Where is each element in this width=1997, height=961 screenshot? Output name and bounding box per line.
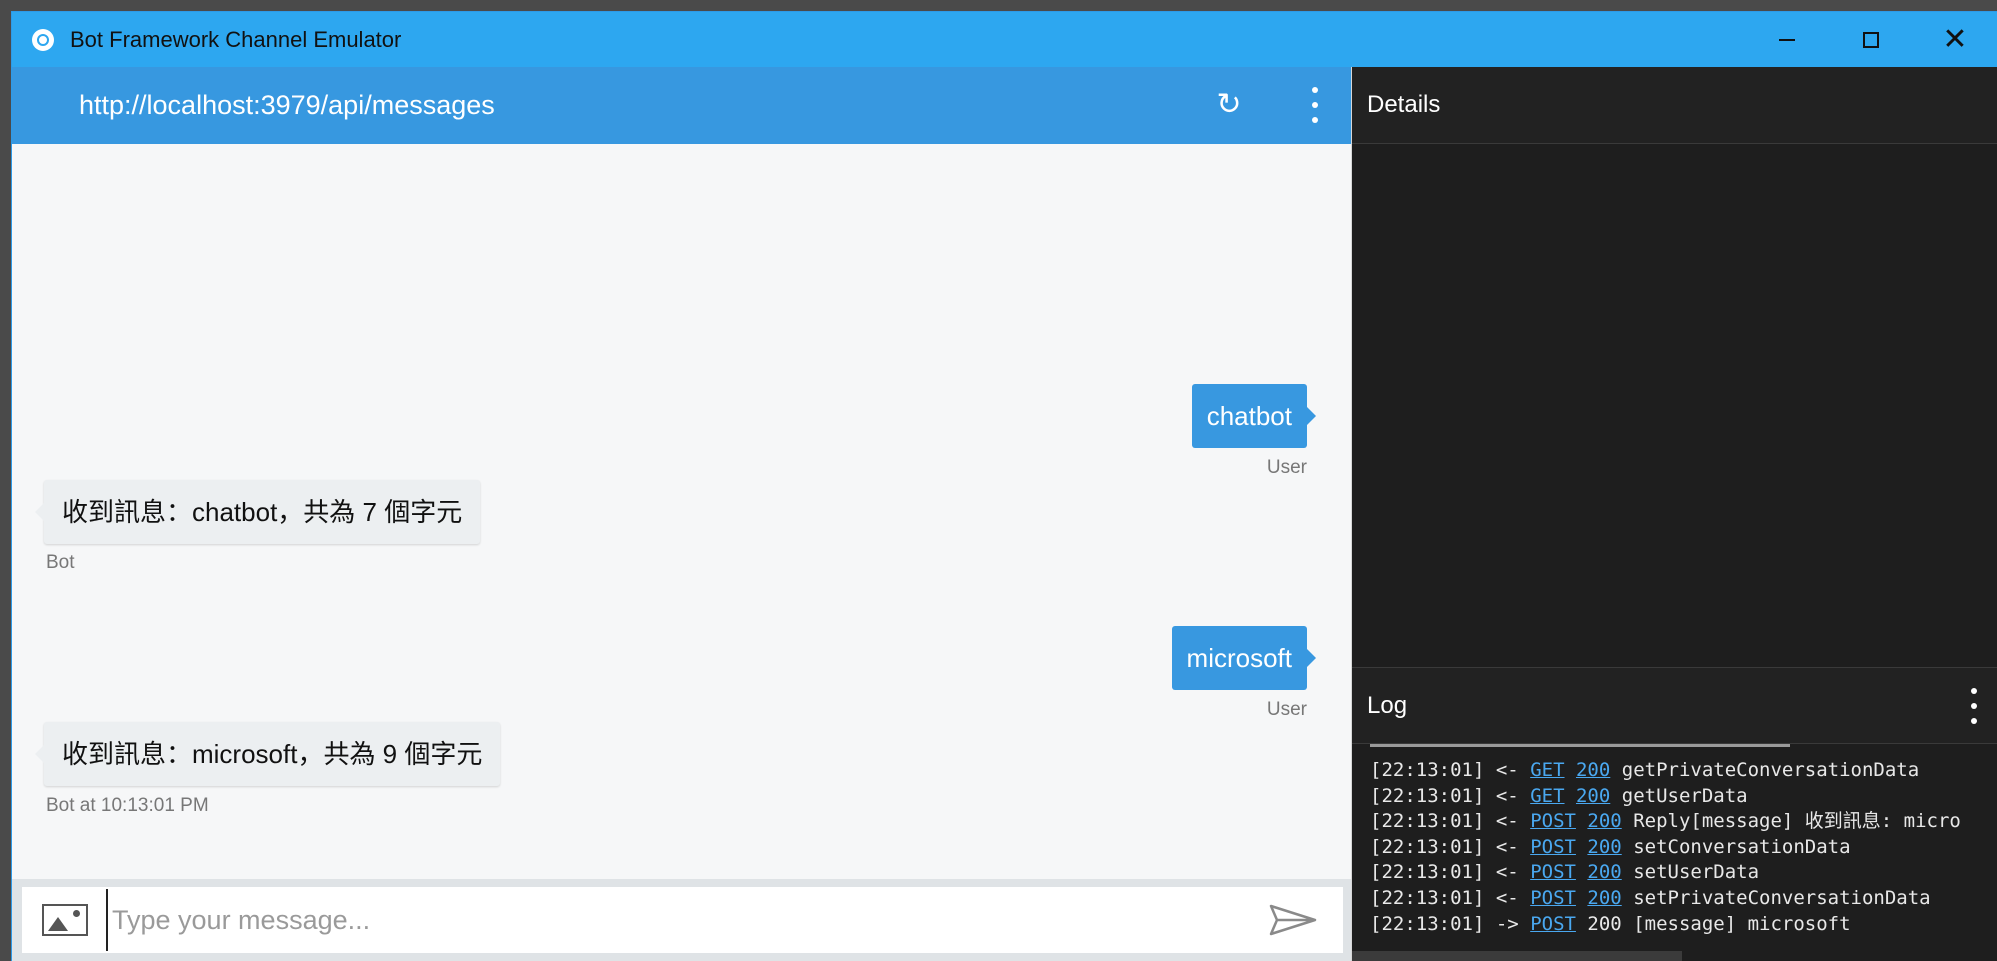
log-method-link[interactable]: GET: [1530, 785, 1564, 807]
maximize-button[interactable]: [1829, 12, 1913, 67]
log-entry: [22:13:01] <- POST 200 setPrivateConvers…: [1370, 886, 1997, 912]
minimize-button[interactable]: [1745, 12, 1829, 67]
log-message: setConversationData: [1633, 835, 1851, 858]
log-direction: ->: [1495, 912, 1519, 935]
log-title: Log: [1367, 691, 1408, 719]
log-entry: [22:13:01] <- POST 200 Reply[message] 收到…: [1370, 809, 1997, 835]
log-timestamp: [22:13:01]: [1370, 886, 1485, 909]
log-message: setPrivateConversationData: [1633, 886, 1931, 909]
log-method-link[interactable]: GET: [1530, 759, 1564, 781]
log-method-link[interactable]: POST: [1530, 836, 1576, 858]
log-horizontal-scrollbar[interactable]: [1352, 951, 1682, 961]
user-message-bubble[interactable]: microsoft: [1171, 626, 1317, 690]
emulator-window: Bot Framework Channel Emulator ✕ http://…: [12, 12, 1997, 961]
message-input-container: [22, 887, 1343, 953]
log-status-code[interactable]: 200: [1587, 887, 1621, 909]
log-message: getPrivateConversationData: [1621, 759, 1920, 781]
endpoint-url[interactable]: http://localhost:3979/api/messages: [79, 90, 495, 121]
window-controls: ✕: [1745, 12, 1997, 67]
message-input[interactable]: [106, 889, 1257, 951]
bot-message-bubble[interactable]: 收到訊息：microsoft，共為 9 個字元: [34, 722, 501, 786]
log-timestamp: [22:13:01]: [1370, 759, 1485, 781]
attach-image-icon[interactable]: [42, 904, 88, 936]
log-timestamp: [22:13:01]: [1370, 784, 1485, 807]
log-direction: <-: [1495, 759, 1519, 781]
details-title: Details: [1367, 91, 1441, 118]
title-bar: Bot Framework Channel Emulator ✕: [12, 12, 1997, 67]
message-sender-label: User: [1266, 457, 1307, 478]
log-direction: <-: [1495, 810, 1519, 833]
log-direction: <-: [1495, 784, 1519, 807]
log-entry: [22:13:01] <- POST 200 setConversationDa…: [1370, 835, 1997, 861]
chat-panel: http://localhost:3979/api/messages ↻ cha…: [12, 67, 1352, 961]
send-icon[interactable]: [1267, 900, 1319, 940]
log-direction: <-: [1495, 861, 1519, 884]
log-timestamp: [22:13:01]: [1370, 835, 1485, 858]
details-header: Details: [1352, 67, 1997, 144]
bot-framework-logo-icon: [32, 28, 54, 51]
window-title: Bot Framework Channel Emulator: [70, 26, 402, 52]
log-entry: [22:13:01] <- GET 200 getPrivateConversa…: [1370, 758, 1997, 784]
log-status-code[interactable]: 200: [1587, 810, 1621, 832]
log-cut-off-line: [1370, 744, 1997, 750]
close-button[interactable]: ✕: [1913, 12, 1997, 67]
details-panel: Details: [1352, 67, 1997, 667]
message-timestamp: Bot at 10:13:01 PM: [46, 795, 209, 816]
log-method-link[interactable]: POST: [1530, 810, 1576, 832]
log-lines: [22:13:01] <- GET 200 getPrivateConversa…: [1352, 744, 1997, 961]
log-direction: <-: [1495, 886, 1519, 909]
log-more-options-icon[interactable]: [1969, 688, 1979, 724]
log-entry: [22:13:01] <- POST 200 setUserData: [1370, 860, 1997, 886]
log-message: Reply[message] 收到訊息: micro: [1633, 810, 1961, 833]
log-method-link[interactable]: POST: [1530, 887, 1576, 909]
log-status-code[interactable]: 200: [1587, 836, 1621, 858]
chat-header: http://localhost:3979/api/messages ↻: [12, 67, 1351, 144]
log-direction: <-: [1495, 835, 1519, 858]
log-message: setUserData: [1633, 861, 1760, 884]
log-timestamp: [22:13:01]: [1370, 861, 1485, 884]
refresh-icon[interactable]: ↻: [1211, 87, 1247, 123]
message-input-bar: [12, 879, 1351, 961]
log-message: getUserData: [1621, 784, 1748, 807]
message-sender-label: User: [1266, 699, 1307, 720]
log-message: [message] microsoft: [1633, 912, 1851, 935]
log-method-link[interactable]: POST: [1530, 861, 1576, 883]
bot-message-bubble[interactable]: 收到訊息：chatbot，共為 7 個字元: [34, 480, 481, 544]
log-timestamp: [22:13:01]: [1370, 912, 1485, 935]
log-panel: Log [22:13:01] <- GET 200 getPrivateConv…: [1352, 667, 1997, 961]
log-timestamp: [22:13:01]: [1370, 810, 1485, 833]
user-message-bubble[interactable]: chatbot: [1191, 384, 1317, 448]
log-status-code[interactable]: 200: [1576, 759, 1610, 781]
log-status-code: 200: [1587, 912, 1622, 935]
log-entry: [22:13:01] -> POST 200 [message] microso…: [1370, 912, 1997, 938]
log-header: Log: [1352, 668, 1997, 744]
message-list: chatbot User 收到訊息：chatbot，共為 7 個字元 Bot m…: [12, 144, 1351, 879]
more-options-icon[interactable]: [1307, 83, 1323, 127]
log-method-link[interactable]: POST: [1530, 913, 1576, 935]
log-status-code[interactable]: 200: [1587, 861, 1621, 883]
log-entry: [22:13:01] <- GET 200 getUserData: [1370, 784, 1997, 810]
message-sender-label: Bot: [46, 552, 75, 573]
log-status-code[interactable]: 200: [1576, 785, 1610, 807]
